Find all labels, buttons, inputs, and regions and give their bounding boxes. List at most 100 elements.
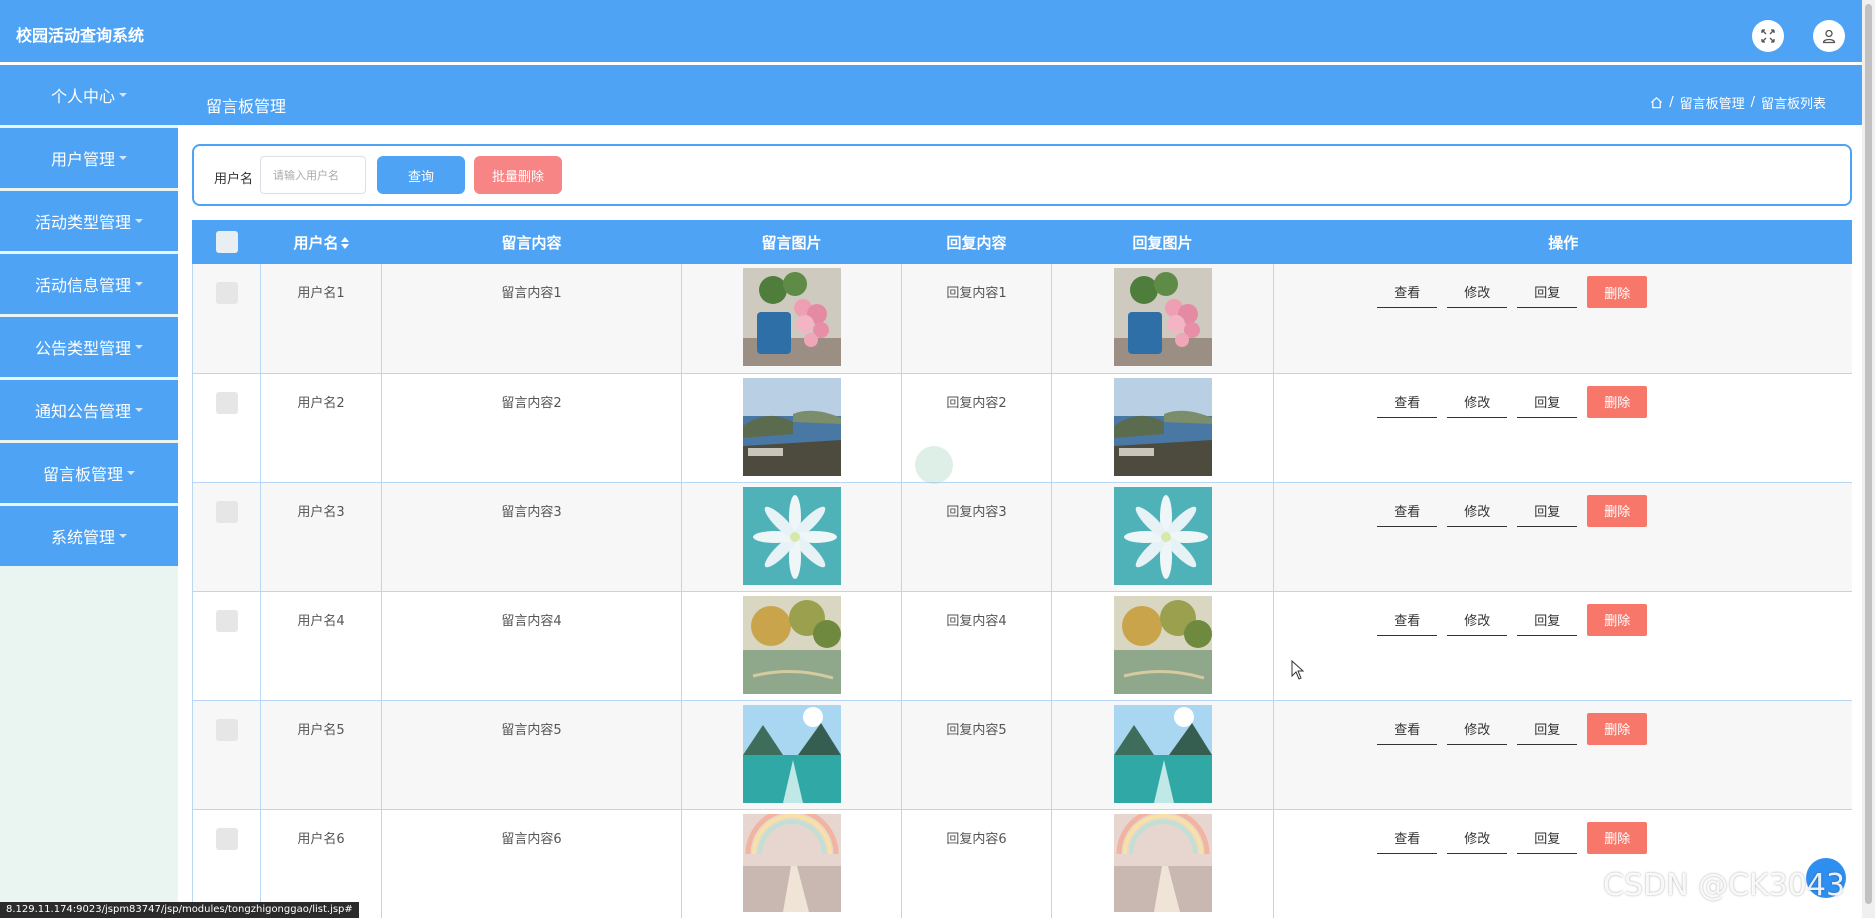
reply-image[interactable] [1114,268,1212,366]
reply-button[interactable]: 回复 [1517,495,1578,527]
reply-image[interactable] [1114,814,1212,912]
edit-button[interactable]: 修改 [1447,713,1508,745]
home-icon[interactable] [1650,96,1663,109]
column-header-reply: 回复内容 [901,220,1052,264]
username-cell: 用户名5 [260,700,382,810]
scrollbar-thumb[interactable] [1865,4,1872,904]
edit-button[interactable]: 修改 [1447,276,1508,308]
caret-down-icon [135,408,143,412]
sidebar-item-notice-type-management[interactable]: 公告类型管理 [0,317,178,377]
breadcrumb-current: 留言板列表 [1760,97,1826,112]
sidebar-item-activity-info-management[interactable]: 活动信息管理 [0,254,178,314]
edit-button[interactable]: 修改 [1447,822,1508,854]
content-cell: 留言内容3 [381,482,682,592]
click-ripple [915,446,953,484]
column-header-actions: 操作 [1273,220,1852,264]
reply-image[interactable] [1114,705,1212,803]
reply-image[interactable] [1114,596,1212,694]
query-button[interactable]: 查询 [377,156,465,194]
page-title: 留言板管理 [206,97,287,116]
username-cell: 用户名3 [260,482,382,592]
fullscreen-icon [1761,29,1775,43]
sidebar-item-label: 通知公告管理 [34,402,131,421]
column-header-username[interactable]: 用户名 [260,220,382,264]
message-image[interactable] [743,268,841,366]
username-cell: 用户名4 [260,591,382,701]
reply-button[interactable]: 回复 [1517,604,1578,636]
row-checkbox[interactable] [215,718,238,741]
breadcrumb: / 留言板管理 / 留言板列表 [1650,93,1826,112]
fullscreen-button[interactable] [1752,20,1784,52]
delete-button[interactable]: 删除 [1587,385,1648,418]
row-checkbox[interactable] [215,500,238,523]
sidebar-item-label: 用户管理 [50,150,115,169]
edit-button[interactable]: 修改 [1447,386,1508,418]
sidebar-item-user-management[interactable]: 用户管理 [0,128,178,188]
row-checkbox[interactable] [215,827,238,850]
message-image[interactable] [743,487,841,585]
table-header-row: 用户名 留言内容 留言图片 回复内容 回复图片 操作 [192,220,1852,264]
table-row: 用户名5 留言内容5 回复内容5 查看 修改 回复 删除 [192,700,1852,810]
edit-button[interactable]: 修改 [1447,604,1508,636]
app-title: 校园活动查询系统 [16,26,145,45]
sidebar-item-message-board-management[interactable]: 留言板管理 [0,443,178,503]
batch-delete-button[interactable]: 批量删除 [474,156,562,194]
browser-status-url: 8.129.11.174:9023/jspm83747/jsp/modules/… [0,902,359,918]
user-button[interactable] [1813,20,1845,52]
delete-button[interactable]: 删除 [1587,712,1648,745]
message-image[interactable] [743,596,841,694]
content-cell: 留言内容4 [381,591,682,701]
sidebar-item-label: 个人中心 [50,87,115,106]
delete-button[interactable]: 删除 [1587,276,1648,308]
view-button[interactable]: 查看 [1377,276,1438,308]
row-checkbox[interactable] [215,282,238,304]
column-header-content: 留言内容 [381,220,682,264]
reply-cell: 回复内容4 [901,591,1052,701]
sort-icon[interactable] [340,237,349,249]
reply-button[interactable]: 回复 [1517,276,1578,308]
delete-button[interactable]: 删除 [1587,494,1648,527]
caret-down-icon [135,345,143,349]
content-cell: 留言内容1 [381,264,682,374]
caret-down-icon [119,156,127,160]
reply-cell: 回复内容5 [901,700,1052,810]
table-row: 用户名2 留言内容2 回复内容2 查看 修改 回复 删除 [192,373,1852,483]
sidebar-item-system-management[interactable]: 系统管理 [0,506,178,566]
row-checkbox[interactable] [215,391,238,414]
username-search-input[interactable] [260,156,366,194]
row-checkbox[interactable] [215,609,238,632]
search-panel: 用户名 查询 批量删除 [192,144,1852,206]
sidebar-item-label: 系统管理 [50,528,115,547]
reply-button[interactable]: 回复 [1517,386,1578,418]
message-image[interactable] [743,705,841,803]
caret-down-icon [135,219,143,223]
caret-down-icon [127,471,135,475]
message-image[interactable] [743,378,841,476]
content-cell: 留言内容2 [381,373,682,483]
reply-button[interactable]: 回复 [1517,822,1578,854]
sidebar-item-personal-center[interactable]: 个人中心 [0,65,178,125]
caret-down-icon [119,534,127,538]
sidebar-item-notice-management[interactable]: 通知公告管理 [0,380,178,440]
username-cell: 用户名1 [260,264,382,374]
reply-image[interactable] [1114,487,1212,585]
sidebar: 个人中心 用户管理 活动类型管理 活动信息管理 公告类型管理 通知公告管理 留言… [0,65,178,918]
reply-image[interactable] [1114,378,1212,476]
reply-cell: 回复内容3 [901,482,1052,592]
delete-button[interactable]: 删除 [1587,603,1648,636]
edit-button[interactable]: 修改 [1447,495,1508,527]
sidebar-item-activity-type-management[interactable]: 活动类型管理 [0,191,178,251]
message-image[interactable] [743,814,841,912]
view-button[interactable]: 查看 [1377,386,1438,418]
view-button[interactable]: 查看 [1377,822,1438,854]
view-button[interactable]: 查看 [1377,495,1438,527]
delete-button[interactable]: 删除 [1587,821,1648,854]
column-header-image: 留言图片 [681,220,902,264]
vertical-scrollbar[interactable] [1862,0,1875,918]
view-button[interactable]: 查看 [1377,604,1438,636]
select-all-checkbox[interactable] [215,231,238,253]
view-button[interactable]: 查看 [1377,713,1438,745]
breadcrumb-parent[interactable]: 留言板管理 [1680,93,1745,112]
page-header: 留言板管理 / 留言板管理 / 留言板列表 [178,65,1862,125]
reply-button[interactable]: 回复 [1517,713,1578,745]
